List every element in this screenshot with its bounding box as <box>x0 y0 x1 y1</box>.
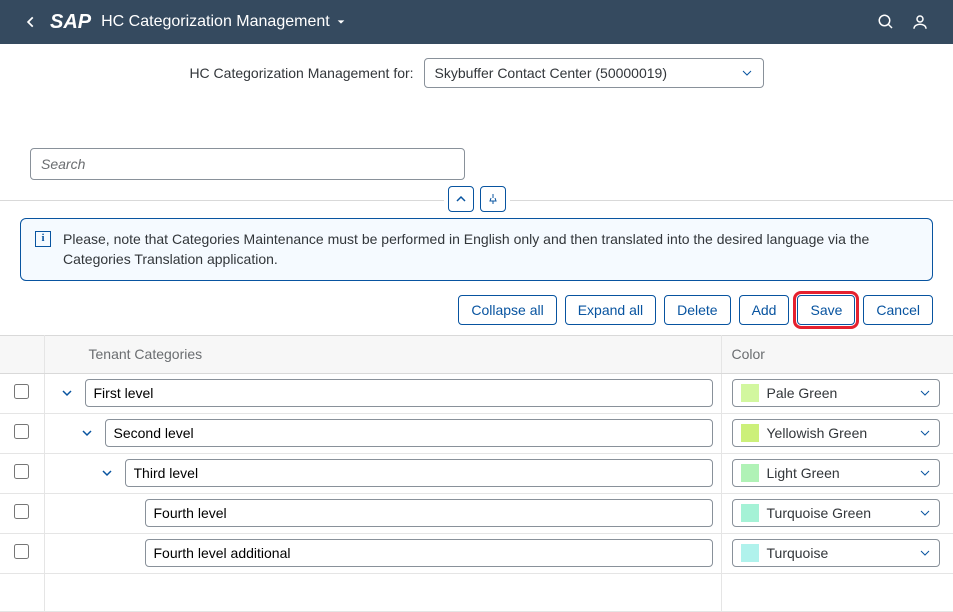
color-select[interactable]: Turquoise <box>732 539 940 567</box>
search-icon <box>877 13 895 31</box>
context-bar: HC Categorization Management for: Skybuf… <box>0 44 953 92</box>
action-toolbar: Collapse all Expand all Delete Add Save … <box>0 291 953 335</box>
search-row <box>0 92 953 190</box>
add-button[interactable]: Add <box>739 295 790 325</box>
context-label: HC Categorization Management for: <box>189 65 413 81</box>
page-title: HC Categorization Management <box>101 13 330 31</box>
row-checkbox[interactable] <box>14 384 29 399</box>
category-name-input[interactable] <box>145 539 713 567</box>
category-name-input[interactable] <box>85 379 713 407</box>
chevron-down-icon <box>919 467 931 479</box>
info-text: Please, note that Categories Maintenance… <box>63 229 918 270</box>
expand-toggle[interactable] <box>57 383 77 403</box>
context-select[interactable]: Skybuffer Contact Center (50000019) <box>424 58 764 88</box>
table-row: Pale Green <box>0 373 953 413</box>
color-select[interactable]: Turquoise Green <box>732 499 940 527</box>
color-name: Yellowish Green <box>767 425 911 441</box>
delete-button[interactable]: Delete <box>664 295 730 325</box>
column-header-color[interactable]: Color <box>721 335 953 373</box>
category-name-input[interactable] <box>125 459 713 487</box>
color-select[interactable]: Pale Green <box>732 379 940 407</box>
search-button[interactable] <box>869 5 903 39</box>
color-select[interactable]: Yellowish Green <box>732 419 940 447</box>
app-header: SAP HC Categorization Management <box>0 0 953 44</box>
chevron-down-icon <box>919 547 931 559</box>
color-name: Turquoise Green <box>767 505 911 521</box>
caret-down-icon <box>336 17 346 27</box>
panel-collapse-button[interactable] <box>448 186 474 212</box>
user-icon <box>911 13 929 31</box>
collapse-all-button[interactable]: Collapse all <box>458 295 556 325</box>
row-checkbox[interactable] <box>14 464 29 479</box>
color-swatch <box>741 544 759 562</box>
color-name: Light Green <box>767 465 911 481</box>
back-button[interactable] <box>16 15 46 29</box>
row-checkbox[interactable] <box>14 504 29 519</box>
color-swatch <box>741 424 759 442</box>
chevron-down-icon <box>919 507 931 519</box>
category-name-input[interactable] <box>145 499 713 527</box>
color-name: Pale Green <box>767 385 911 401</box>
pin-icon <box>487 193 499 205</box>
color-name: Turquoise <box>767 545 911 561</box>
chevron-down-icon <box>81 427 93 439</box>
row-checkbox[interactable] <box>14 424 29 439</box>
chevron-up-icon <box>455 193 467 205</box>
row-checkbox[interactable] <box>14 544 29 559</box>
chevron-down-icon <box>61 387 73 399</box>
chevron-down-icon <box>919 427 931 439</box>
chevron-down-icon <box>741 67 753 79</box>
cancel-button[interactable]: Cancel <box>863 295 933 325</box>
chevron-down-icon <box>919 387 931 399</box>
categories-table: Tenant Categories Color Pale Green Yellow… <box>0 335 953 612</box>
info-icon: i <box>35 231 51 247</box>
table-row: Light Green <box>0 453 953 493</box>
table-row: Turquoise <box>0 533 953 573</box>
table-row: Turquoise Green <box>0 493 953 533</box>
panel-pin-button[interactable] <box>480 186 506 212</box>
color-swatch <box>741 504 759 522</box>
user-button[interactable] <box>903 5 937 39</box>
column-header-categories[interactable]: Tenant Categories <box>44 335 721 373</box>
expand-toggle[interactable] <box>77 423 97 443</box>
column-header-checkbox <box>0 335 44 373</box>
context-select-value: Skybuffer Contact Center (50000019) <box>435 65 667 81</box>
category-name-input[interactable] <box>105 419 713 447</box>
search-input[interactable] <box>30 148 465 180</box>
panel-divider <box>0 190 953 210</box>
info-message: i Please, note that Categories Maintenan… <box>20 218 933 281</box>
expand-all-button[interactable]: Expand all <box>565 295 656 325</box>
expand-toggle[interactable] <box>97 463 117 483</box>
page-title-dropdown[interactable]: HC Categorization Management <box>101 13 346 31</box>
color-select[interactable]: Light Green <box>732 459 940 487</box>
color-swatch <box>741 464 759 482</box>
save-button[interactable]: Save <box>797 295 855 325</box>
sap-logo: SAP <box>50 11 91 34</box>
color-swatch <box>741 384 759 402</box>
table-row-empty <box>0 573 953 611</box>
chevron-down-icon <box>101 467 113 479</box>
table-row: Yellowish Green <box>0 413 953 453</box>
